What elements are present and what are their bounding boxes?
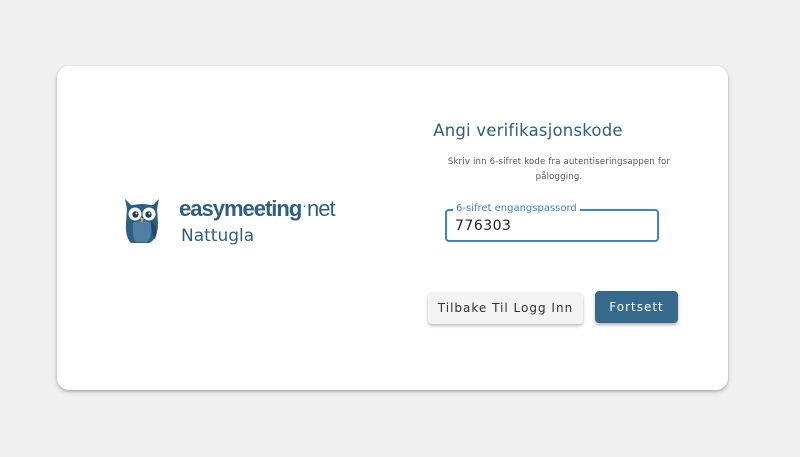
tenant-name: Nattugla [181, 226, 255, 246]
owl-icon [125, 199, 159, 243]
brand-wordmark: easymeeting·net [179, 196, 336, 222]
continue-button[interactable]: Fortsett [595, 291, 678, 323]
wordmark-main: easymeeting [179, 196, 302, 221]
login-card: easymeeting·net Nattugla Angi verifikasj… [57, 66, 728, 390]
otp-field-label: 6-sifret engangspassord [453, 203, 580, 214]
page-title: Angi verifikasjonskode [433, 121, 623, 140]
wordmark-tld: net [306, 196, 336, 221]
otp-input[interactable] [455, 218, 645, 234]
wordmark-dot: · [302, 197, 307, 213]
otp-field[interactable]: 6-sifret engangspassord [445, 203, 659, 242]
form-description: Skriv inn 6-sifret kode fra autentiserin… [447, 157, 671, 182]
brand-logo: easymeeting·net Nattugla [121, 193, 361, 253]
back-to-login-button[interactable]: Tilbake Til Logg Inn [428, 292, 583, 324]
